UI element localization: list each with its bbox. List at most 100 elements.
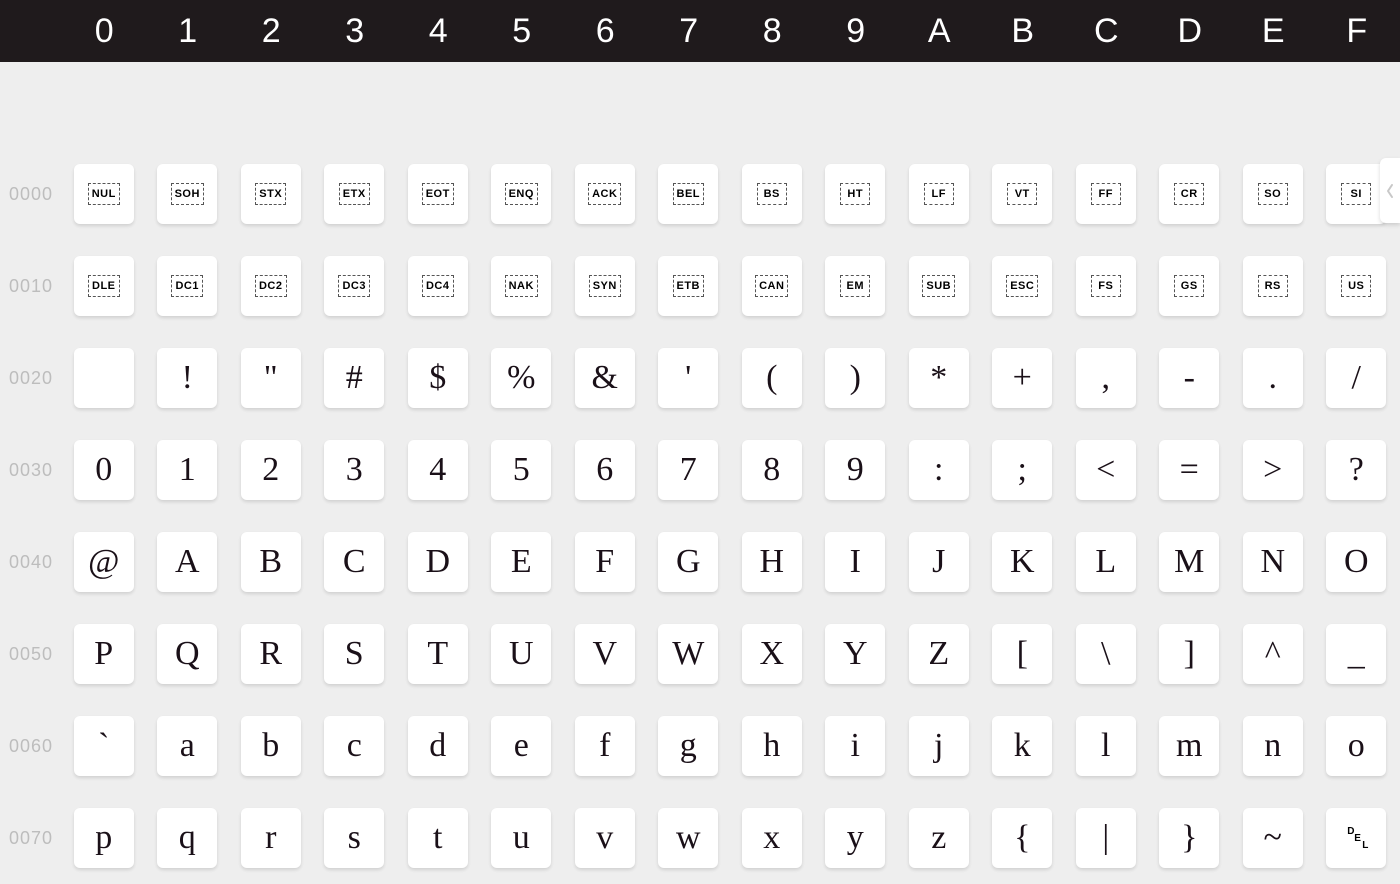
glyph-cell[interactable]: GS bbox=[1159, 256, 1219, 316]
glyph-cell[interactable]: Y bbox=[825, 624, 885, 684]
glyph-cell[interactable]: 8 bbox=[742, 440, 802, 500]
glyph-cell[interactable]: u bbox=[491, 808, 551, 868]
glyph-cell[interactable]: R bbox=[241, 624, 301, 684]
glyph-cell[interactable]: SO bbox=[1243, 164, 1303, 224]
glyph-cell[interactable]: ETX bbox=[324, 164, 384, 224]
glyph-cell[interactable]: 3 bbox=[324, 440, 384, 500]
glyph-cell[interactable]: ENQ bbox=[491, 164, 551, 224]
glyph-cell[interactable]: - bbox=[1159, 348, 1219, 408]
glyph-cell[interactable]: @ bbox=[74, 532, 134, 592]
glyph-cell[interactable]: CAN bbox=[742, 256, 802, 316]
glyph-cell[interactable]: CR bbox=[1159, 164, 1219, 224]
glyph-cell[interactable]: = bbox=[1159, 440, 1219, 500]
glyph-cell[interactable]: % bbox=[491, 348, 551, 408]
glyph-cell[interactable]: s bbox=[324, 808, 384, 868]
glyph-cell[interactable]: \ bbox=[1076, 624, 1136, 684]
glyph-cell[interactable]: I bbox=[825, 532, 885, 592]
glyph-cell[interactable]: > bbox=[1243, 440, 1303, 500]
glyph-cell[interactable]: ] bbox=[1159, 624, 1219, 684]
glyph-cell[interactable]: x bbox=[742, 808, 802, 868]
glyph-cell[interactable]: n bbox=[1243, 716, 1303, 776]
glyph-cell[interactable]: w bbox=[658, 808, 718, 868]
glyph-cell[interactable]: ACK bbox=[575, 164, 635, 224]
glyph-cell[interactable]: i bbox=[825, 716, 885, 776]
glyph-cell[interactable]: W bbox=[658, 624, 718, 684]
glyph-cell[interactable]: BS bbox=[742, 164, 802, 224]
glyph-cell[interactable]: 7 bbox=[658, 440, 718, 500]
glyph-cell[interactable]: BEL bbox=[658, 164, 718, 224]
glyph-cell[interactable]: { bbox=[992, 808, 1052, 868]
glyph-cell[interactable]: [ bbox=[992, 624, 1052, 684]
glyph-cell[interactable]: ^ bbox=[1243, 624, 1303, 684]
glyph-cell[interactable]: ( bbox=[742, 348, 802, 408]
glyph-cell[interactable]: c bbox=[324, 716, 384, 776]
glyph-cell[interactable]: $ bbox=[408, 348, 468, 408]
expand-panel-button[interactable] bbox=[1380, 158, 1400, 223]
glyph-cell[interactable]: Z bbox=[909, 624, 969, 684]
glyph-cell[interactable]: B bbox=[241, 532, 301, 592]
glyph-cell[interactable]: ESC bbox=[992, 256, 1052, 316]
glyph-cell[interactable]: 0 bbox=[74, 440, 134, 500]
glyph-cell[interactable]: T bbox=[408, 624, 468, 684]
glyph-cell[interactable] bbox=[74, 348, 134, 408]
glyph-cell[interactable]: < bbox=[1076, 440, 1136, 500]
glyph-cell[interactable]: L bbox=[1076, 532, 1136, 592]
glyph-cell[interactable]: # bbox=[324, 348, 384, 408]
glyph-cell[interactable]: G bbox=[658, 532, 718, 592]
glyph-cell[interactable]: } bbox=[1159, 808, 1219, 868]
glyph-cell[interactable]: l bbox=[1076, 716, 1136, 776]
glyph-cell[interactable]: FF bbox=[1076, 164, 1136, 224]
glyph-cell[interactable]: ? bbox=[1326, 440, 1386, 500]
glyph-cell[interactable]: ; bbox=[992, 440, 1052, 500]
glyph-cell[interactable]: EM bbox=[825, 256, 885, 316]
glyph-cell[interactable]: h bbox=[742, 716, 802, 776]
glyph-cell[interactable]: DLE bbox=[74, 256, 134, 316]
glyph-cell[interactable]: U bbox=[491, 624, 551, 684]
glyph-cell[interactable]: FS bbox=[1076, 256, 1136, 316]
glyph-cell[interactable]: STX bbox=[241, 164, 301, 224]
glyph-cell[interactable]: p bbox=[74, 808, 134, 868]
glyph-cell[interactable]: + bbox=[992, 348, 1052, 408]
glyph-cell[interactable]: , bbox=[1076, 348, 1136, 408]
glyph-cell[interactable]: y bbox=[825, 808, 885, 868]
glyph-cell[interactable]: A bbox=[157, 532, 217, 592]
glyph-cell[interactable]: ! bbox=[157, 348, 217, 408]
glyph-cell[interactable]: SOH bbox=[157, 164, 217, 224]
glyph-cell[interactable]: DC4 bbox=[408, 256, 468, 316]
glyph-cell[interactable]: & bbox=[575, 348, 635, 408]
glyph-cell[interactable]: DEL bbox=[1326, 808, 1386, 868]
glyph-cell[interactable]: E bbox=[491, 532, 551, 592]
glyph-cell[interactable]: DC3 bbox=[324, 256, 384, 316]
glyph-cell[interactable]: NUL bbox=[74, 164, 134, 224]
glyph-cell[interactable]: t bbox=[408, 808, 468, 868]
glyph-cell[interactable]: m bbox=[1159, 716, 1219, 776]
glyph-cell[interactable]: / bbox=[1326, 348, 1386, 408]
glyph-cell[interactable]: ETB bbox=[658, 256, 718, 316]
glyph-cell[interactable]: V bbox=[575, 624, 635, 684]
glyph-cell[interactable]: b bbox=[241, 716, 301, 776]
glyph-cell[interactable]: O bbox=[1326, 532, 1386, 592]
glyph-cell[interactable]: j bbox=[909, 716, 969, 776]
glyph-cell[interactable]: . bbox=[1243, 348, 1303, 408]
glyph-cell[interactable]: EOT bbox=[408, 164, 468, 224]
glyph-cell[interactable]: D bbox=[408, 532, 468, 592]
glyph-cell[interactable]: v bbox=[575, 808, 635, 868]
glyph-cell[interactable]: | bbox=[1076, 808, 1136, 868]
glyph-cell[interactable]: _ bbox=[1326, 624, 1386, 684]
glyph-cell[interactable]: ) bbox=[825, 348, 885, 408]
glyph-cell[interactable]: SYN bbox=[575, 256, 635, 316]
glyph-cell[interactable]: * bbox=[909, 348, 969, 408]
glyph-cell[interactable]: M bbox=[1159, 532, 1219, 592]
glyph-cell[interactable]: o bbox=[1326, 716, 1386, 776]
glyph-cell[interactable]: RS bbox=[1243, 256, 1303, 316]
glyph-cell[interactable]: SI bbox=[1326, 164, 1386, 224]
glyph-cell[interactable]: SUB bbox=[909, 256, 969, 316]
glyph-cell[interactable]: NAK bbox=[491, 256, 551, 316]
glyph-cell[interactable]: e bbox=[491, 716, 551, 776]
glyph-cell[interactable]: 1 bbox=[157, 440, 217, 500]
glyph-cell[interactable]: 6 bbox=[575, 440, 635, 500]
glyph-cell[interactable]: ` bbox=[74, 716, 134, 776]
glyph-cell[interactable]: J bbox=[909, 532, 969, 592]
glyph-cell[interactable]: S bbox=[324, 624, 384, 684]
glyph-cell[interactable]: LF bbox=[909, 164, 969, 224]
